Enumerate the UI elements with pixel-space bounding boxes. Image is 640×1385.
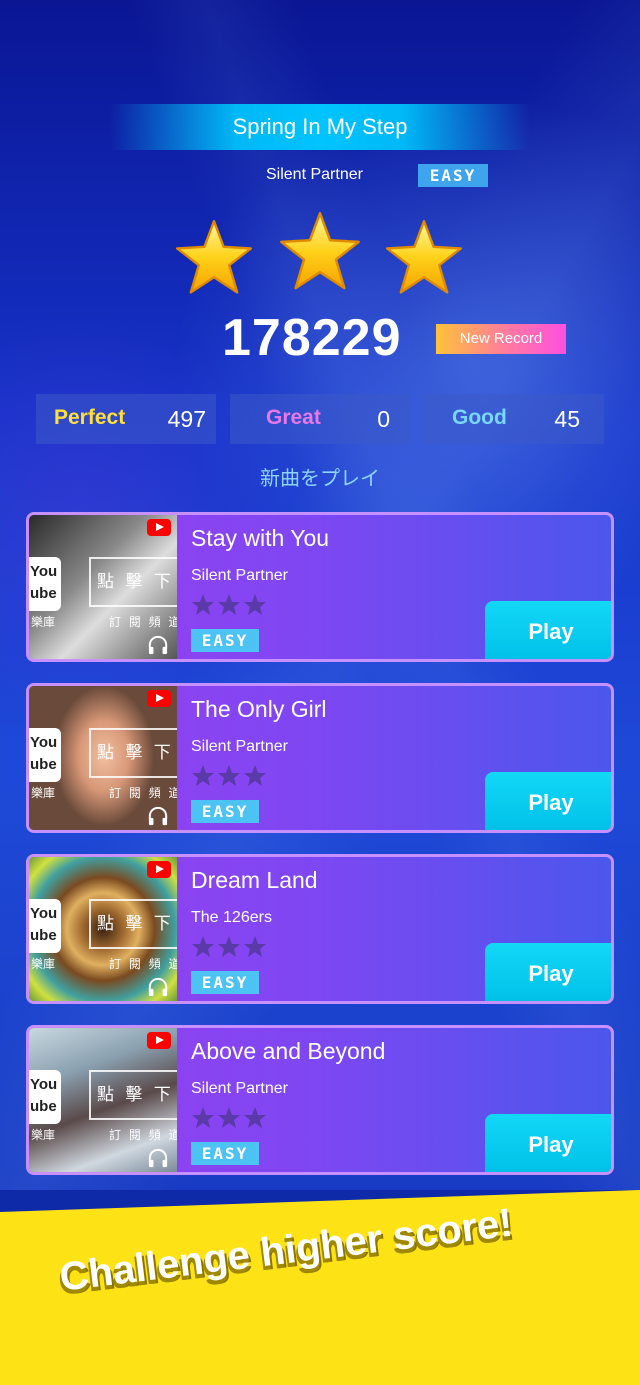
song-card-title: Stay with You [191,525,330,551]
song-card-artist: The 126ers [191,909,272,926]
subscribe-text: 訂 閱 頻 道 [109,615,177,629]
library-text: 樂庫 [31,786,56,800]
song-card-difficulty: EASY [191,800,259,823]
youtube-icon [147,690,171,707]
headphones-icon [148,1148,168,1168]
difficulty-badge: EASY [418,164,488,187]
song-title-banner: Spring In My Step [110,104,530,150]
song-title: Spring In My Step [232,114,408,139]
play-button[interactable]: Play [485,1114,611,1172]
song-card-title: Dream Land [191,867,318,893]
youtube-icon [147,519,171,536]
new-songs-heading: 新曲をプレイ [260,466,380,490]
song-thumbnail: You ube 點 擊 下 載 樂庫 訂 閱 頻 道 [29,1028,177,1172]
song-card[interactable]: You ube 點 擊 下 載 樂庫 訂 閱 頻 道 Dream Land Th… [26,854,614,1004]
download-overlay-text: 點 擊 下 載 [97,572,177,592]
rating-stars [192,936,266,957]
judgement-stats: Perfect 497 Great 0 Good 45 [36,394,604,444]
score-value: 178229 [222,309,402,367]
subscribe-text: 訂 閱 頻 道 [109,786,177,800]
youtube-logo-text: You ube [29,557,61,611]
rating-stars [192,594,266,615]
library-text: 樂庫 [31,615,56,629]
headphones-icon [148,635,168,655]
star-icon [386,220,462,294]
song-card-difficulty: EASY [191,629,259,652]
stat-value: 497 [167,406,206,432]
download-overlay-text: 點 擊 下 載 [97,1085,177,1105]
song-card[interactable]: You ube 點 擊 下 載 樂庫 訂 閱 頻 道 The Only Girl… [26,683,614,833]
download-overlay-text: 點 擊 下 載 [97,914,177,934]
youtube-icon [147,1032,171,1049]
song-meta: Silent Partner EASY [0,164,640,188]
play-button[interactable]: Play [485,772,611,830]
stat-perfect: Perfect 497 [36,394,216,444]
song-card[interactable]: You ube 點 擊 下 載 樂庫 訂 閱 頻 道 Stay with You… [26,512,614,662]
subscribe-text: 訂 閱 頻 道 [109,957,177,971]
song-card-difficulty: EASY [191,971,259,994]
headphones-icon [148,977,168,997]
play-button[interactable]: Play [485,601,611,659]
song-card-difficulty: EASY [191,1142,259,1165]
song-artist: Silent Partner [266,166,363,183]
library-text: 樂庫 [31,1128,56,1142]
stat-good: Good 45 [424,394,604,444]
stat-great: Great 0 [230,394,410,444]
stat-label: Perfect [54,406,126,429]
youtube-logo-text: You ube [29,899,61,953]
song-card-title: Above and Beyond [191,1038,386,1064]
youtube-logo-text: You ube [29,728,61,782]
rating-stars [192,1107,266,1128]
headphones-icon [148,806,168,826]
stat-value: 0 [377,406,390,432]
rating-stars [192,765,266,786]
subscribe-text: 訂 閱 頻 道 [109,1128,177,1142]
library-text: 樂庫 [31,957,56,971]
song-thumbnail: You ube 點 擊 下 載 樂庫 訂 閱 頻 道 [29,686,177,830]
download-overlay-text: 點 擊 下 載 [97,743,177,763]
stat-label: Good [452,406,507,429]
song-card-title: The Only Girl [191,696,327,722]
star-icon [176,220,252,294]
play-button[interactable]: Play [485,943,611,1001]
song-thumbnail: You ube 點 擊 下 載 樂庫 訂 閱 頻 道 [29,857,177,1001]
new-record-badge: New Record [436,324,566,354]
result-stars [0,210,640,306]
youtube-icon [147,861,171,878]
song-card[interactable]: You ube 點 擊 下 載 樂庫 訂 閱 頻 道 Above and Bey… [26,1025,614,1175]
youtube-logo-text: You ube [29,1070,61,1124]
star-icon [280,212,360,290]
stat-label: Great [266,406,321,429]
song-card-artist: Silent Partner [191,1080,288,1097]
stat-value: 45 [554,406,580,432]
song-card-artist: Silent Partner [191,738,288,755]
song-card-artist: Silent Partner [191,567,288,584]
song-thumbnail: You ube 點 擊 下 載 樂庫 訂 閱 頻 道 [29,515,177,659]
